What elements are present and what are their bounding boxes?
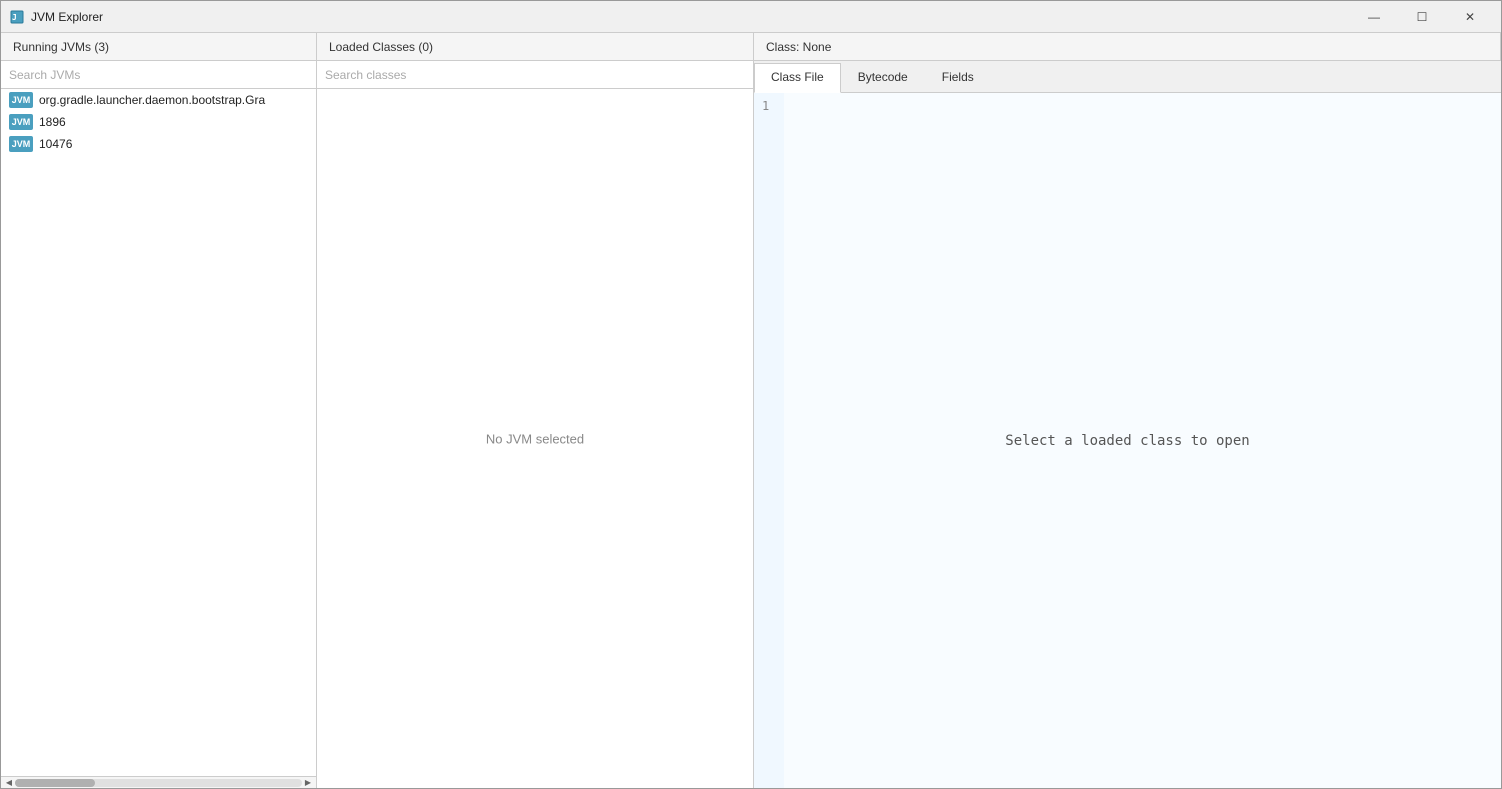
jvm-list: JVM org.gradle.launcher.daemon.bootstrap… — [1, 89, 316, 776]
classes-list: No JVM selected — [317, 89, 753, 788]
jvm-badge: JVM — [9, 136, 33, 152]
scroll-right-arrow[interactable]: ▶ — [302, 777, 314, 789]
line-numbers: 1 — [754, 93, 784, 788]
code-content[interactable]: Select a loaded class to open — [784, 93, 1501, 788]
jvm-badge: JVM — [9, 114, 33, 130]
search-jvms-input[interactable] — [1, 61, 316, 89]
main-window: J JVM Explorer — ☐ ✕ Running JVMs (3) Lo… — [0, 0, 1502, 789]
app-icon: J — [9, 9, 25, 25]
tab-class-file-label: Class File — [771, 70, 824, 84]
jvm-item-name: 1896 — [39, 115, 66, 129]
scroll-track[interactable] — [15, 779, 302, 787]
svg-text:J: J — [12, 13, 17, 22]
tab-fields-label: Fields — [942, 70, 974, 84]
jvm-list-item[interactable]: JVM 1896 — [1, 111, 316, 133]
window-title: JVM Explorer — [31, 10, 1351, 24]
main-content: JVM org.gradle.launcher.daemon.bootstrap… — [1, 61, 1501, 788]
classes-panel: No JVM selected — [317, 61, 754, 788]
no-jvm-message: No JVM selected — [486, 431, 584, 446]
line-number-1: 1 — [762, 99, 769, 113]
jvm-panel-scrollbar[interactable]: ◀ ▶ — [1, 776, 316, 788]
jvm-panel-header: Running JVMs (3) — [1, 33, 317, 60]
jvm-item-name: 10476 — [39, 137, 72, 151]
class-view-tabs: Class File Bytecode Fields — [754, 61, 1501, 93]
code-area: 1 Select a loaded class to open — [754, 93, 1501, 788]
tab-bytecode[interactable]: Bytecode — [841, 63, 925, 92]
class-view-panel-header: Class: None — [754, 33, 1501, 60]
classes-panel-header: Loaded Classes (0) — [317, 33, 754, 60]
minimize-button[interactable]: — — [1351, 1, 1397, 33]
tab-bytecode-label: Bytecode — [858, 70, 908, 84]
tab-class-file[interactable]: Class File — [754, 63, 841, 93]
jvm-panel: JVM org.gradle.launcher.daemon.bootstrap… — [1, 61, 317, 788]
close-button[interactable]: ✕ — [1447, 1, 1493, 33]
scroll-left-arrow[interactable]: ◀ — [3, 777, 15, 789]
section-headers-bar: Running JVMs (3) Loaded Classes (0) Clas… — [1, 33, 1501, 61]
tab-fields[interactable]: Fields — [925, 63, 991, 92]
maximize-button[interactable]: ☐ — [1399, 1, 1445, 33]
class-empty-message: Select a loaded class to open — [1005, 432, 1249, 450]
window-controls: — ☐ ✕ — [1351, 1, 1493, 33]
title-bar: J JVM Explorer — ☐ ✕ — [1, 1, 1501, 33]
search-classes-input[interactable] — [317, 61, 753, 89]
jvm-list-item[interactable]: JVM org.gradle.launcher.daemon.bootstrap… — [1, 89, 316, 111]
jvm-badge: JVM — [9, 92, 33, 108]
jvm-item-name: org.gradle.launcher.daemon.bootstrap.Gra — [39, 93, 265, 107]
scroll-thumb[interactable] — [15, 779, 95, 787]
jvm-list-item[interactable]: JVM 10476 — [1, 133, 316, 155]
class-view-panel: Class File Bytecode Fields 1 Select a lo… — [754, 61, 1501, 788]
